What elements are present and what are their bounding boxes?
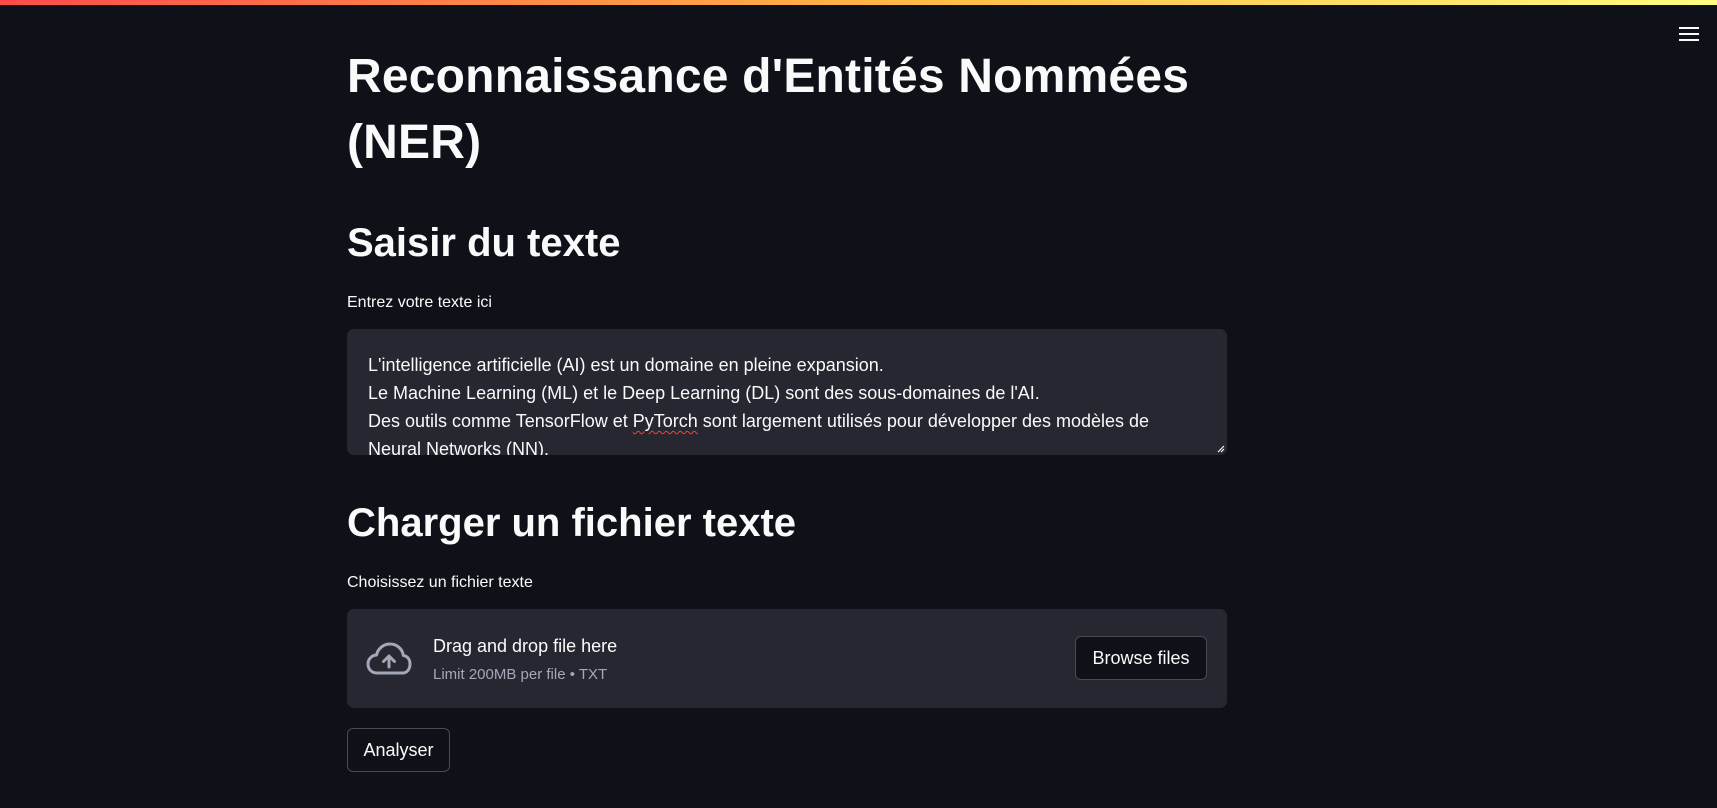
resize-handle-icon[interactable] [1217, 445, 1225, 453]
page-title: Reconnaissance d'Entités Nommées (NER) [347, 50, 1190, 169]
textarea-text: Des outils comme TensorFlow et [368, 411, 633, 431]
dropzone-title: Drag and drop file here [433, 636, 618, 656]
textarea-line: Le Machine Learning (ML) et le Deep Lear… [368, 383, 1040, 403]
file-upload-label: Choisissez un fichier texte [347, 574, 533, 591]
textarea-text: sont largement utilisés pour développer … [697, 411, 1150, 431]
textarea-line: Neural Networks (NN). [368, 439, 550, 455]
upload-section-heading: Charger un fichier texte [347, 501, 797, 545]
top-decoration-bar [0, 0, 1717, 5]
textarea-line: Des outils comme TensorFlow et PyTorch s… [368, 407, 1207, 435]
dropzone-limit-text: Limit 200MB per file • TXT [433, 666, 608, 683]
main-menu-button[interactable] [1677, 22, 1701, 46]
browse-files-button[interactable]: Browse files [1075, 636, 1207, 680]
text-input-area[interactable]: L'intelligence artificielle (AI) est un … [347, 329, 1227, 455]
analyze-button[interactable]: Analyser [347, 728, 450, 772]
text-input-label: Entrez votre texte ici [347, 294, 492, 311]
file-dropzone[interactable]: Drag and drop file here Limit 200MB per … [347, 609, 1227, 708]
cloud-upload-icon [366, 642, 412, 675]
input-section-heading: Saisir du texte [347, 221, 621, 265]
spellcheck-flagged-word: PyTorch [632, 411, 698, 431]
hamburger-menu-icon [1679, 27, 1699, 41]
textarea-line: L'intelligence artificielle (AI) est un … [368, 355, 884, 375]
